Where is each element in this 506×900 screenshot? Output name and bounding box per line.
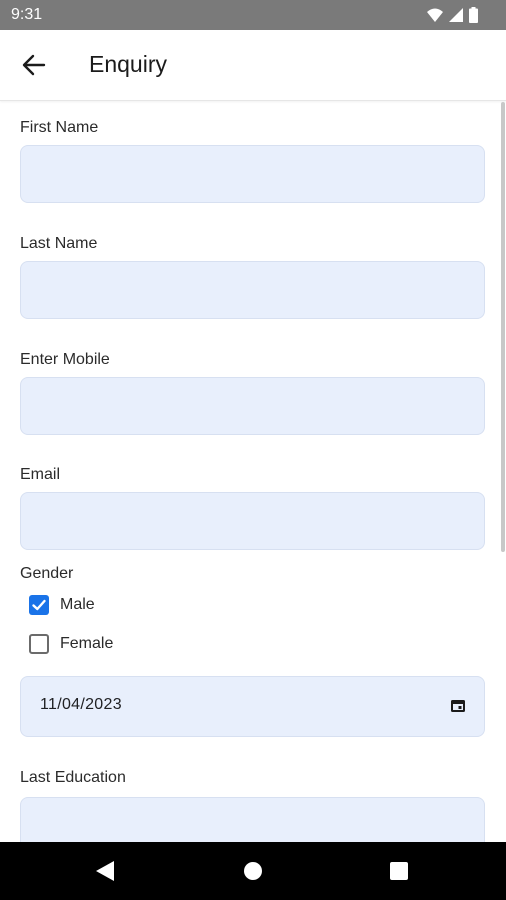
battery-icon [469, 7, 478, 23]
arrow-left-icon [22, 54, 46, 76]
wifi-icon [427, 8, 443, 22]
last-name-field[interactable] [20, 261, 485, 319]
nav-recents-icon[interactable] [390, 862, 408, 880]
last-education-field[interactable] [20, 797, 485, 842]
checkbox-unchecked-icon[interactable] [29, 634, 49, 654]
system-nav-bar [0, 842, 506, 900]
gender-label: Gender [20, 565, 74, 582]
mobile-field[interactable] [20, 377, 485, 435]
last-name-label: Last Name [20, 235, 98, 252]
status-icons [427, 7, 478, 23]
scrollbar[interactable] [501, 102, 505, 552]
mobile-label: Enter Mobile [20, 351, 110, 368]
enquiry-form: First Name Last Name Enter Mobile Email … [0, 102, 506, 842]
app-bar: Enquiry [0, 30, 506, 101]
nav-home-icon[interactable] [244, 862, 262, 880]
first-name-field[interactable] [20, 145, 485, 203]
first-name-label: First Name [20, 119, 99, 136]
page-title: Enquiry [89, 51, 167, 77]
gender-option-female[interactable]: Female [29, 632, 113, 656]
date-value: 11/04/2023 [40, 696, 122, 713]
gender-option-male[interactable]: Male [29, 593, 95, 617]
status-time: 9:31 [11, 6, 43, 23]
back-button[interactable] [18, 51, 50, 79]
nav-back-icon[interactable] [96, 861, 114, 881]
last-education-label: Last Education [20, 769, 126, 786]
gender-female-label: Female [60, 635, 114, 652]
status-bar: 9:31 [0, 0, 506, 30]
calendar-icon[interactable] [451, 699, 465, 712]
gender-male-label: Male [60, 596, 95, 613]
date-field[interactable]: 11/04/2023 [20, 676, 485, 737]
email-label: Email [20, 466, 61, 483]
checkbox-checked-icon[interactable] [29, 595, 49, 615]
email-field[interactable] [20, 492, 485, 550]
signal-icon [449, 8, 463, 22]
